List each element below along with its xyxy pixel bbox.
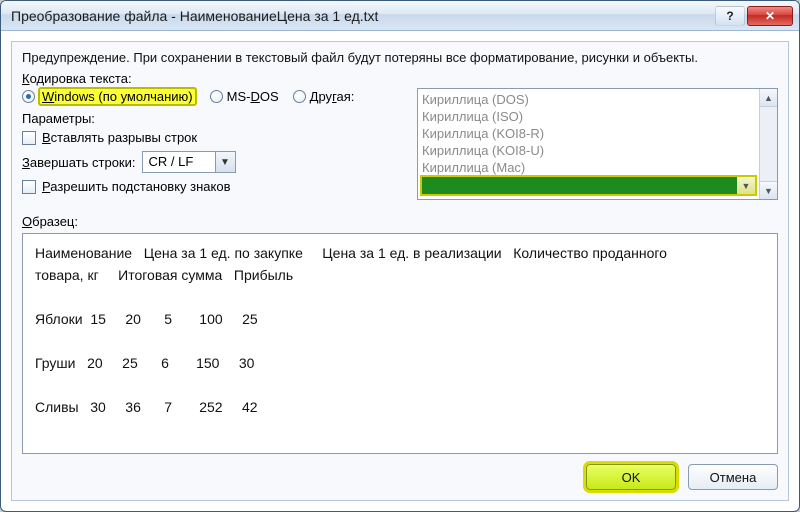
list-item[interactable]: Кириллица (KOI8-R) [422, 125, 755, 142]
radio-group-encoding: Windows (по умолчанию) MS-DOS Другая: [22, 88, 417, 105]
encoding-left: Windows (по умолчанию) MS-DOS Другая: Па… [22, 88, 417, 198]
radio-other-label: Другая: [310, 89, 355, 104]
params-label: Параметры: [22, 111, 417, 126]
sample-preview: Наименование Цена за 1 ед. по закупке Це… [22, 233, 778, 454]
checkbox-icon [22, 131, 36, 145]
checkbox-allow-subst[interactable]: Разрешить подстановку знаков [22, 179, 417, 194]
checkbox-icon [22, 180, 36, 194]
sample-blank [35, 374, 765, 396]
sample-header-2: товара, кг Итоговая сумма Прибыль [35, 264, 765, 286]
line-ending-label: Завершать строки: [22, 155, 136, 170]
sample-label: Образец: [22, 214, 778, 229]
checkbox-break-lines[interactable]: Вставлять разрывы строк [22, 130, 417, 145]
chevron-down-icon[interactable]: ▼ [215, 152, 235, 172]
sample-row: Сливы 30 36 7 252 42 [35, 396, 765, 418]
dialog-window: Преобразование файла - НаименованиеЦена … [0, 0, 800, 512]
radio-msdos-label: MS-DOS [227, 89, 279, 104]
scroll-up-icon[interactable]: ▲ [760, 89, 777, 107]
encoding-list-items: Кириллица (DOS) Кириллица (ISO) Кириллиц… [418, 89, 759, 199]
sample-blank [35, 286, 765, 308]
checkbox-allow-subst-label: Разрешить подстановку знаков [42, 179, 231, 194]
line-ending-value: CR / LF [143, 152, 215, 172]
chevron-down-icon[interactable]: ▼ [737, 177, 755, 194]
list-item[interactable]: Кириллица (ISO) [422, 108, 755, 125]
warning-text: Предупреждение. При сохранении в текстов… [22, 50, 778, 65]
help-button[interactable]: ? [715, 6, 745, 26]
radio-other[interactable]: Другая: [293, 89, 355, 104]
radio-windows[interactable]: Windows (по умолчанию) [22, 88, 196, 105]
list-item-selected[interactable]: ▼ [422, 177, 755, 194]
radio-dot-icon [22, 90, 35, 103]
cancel-button[interactable]: Отмена [688, 464, 778, 490]
radio-msdos[interactable]: MS-DOS [210, 89, 279, 104]
titlebar[interactable]: Преобразование файла - НаименованиеЦена … [1, 1, 799, 31]
encoding-row: Windows (по умолчанию) MS-DOS Другая: Па… [22, 88, 778, 200]
titlebar-buttons: ? ✕ [715, 6, 793, 26]
scroll-track[interactable] [760, 107, 777, 181]
dialog-footer: OK Отмена [22, 464, 778, 490]
sample-header-1: Наименование Цена за 1 ед. по закупке Це… [35, 242, 765, 264]
radio-dot-icon [210, 90, 223, 103]
close-button[interactable]: ✕ [747, 6, 793, 26]
scrollbar[interactable]: ▲ ▼ [759, 89, 777, 199]
encoding-listbox-col: Кириллица (DOS) Кириллица (ISO) Кириллиц… [417, 88, 778, 200]
encoding-label: Кодировка текста: [22, 71, 778, 86]
radio-windows-label: Windows (по умолчанию) [39, 88, 196, 105]
line-ending-row: Завершать строки: CR / LF ▼ [22, 151, 417, 173]
window-title: Преобразование файла - НаименованиеЦена … [11, 8, 715, 24]
sample-blank [35, 330, 765, 352]
dialog-content: Предупреждение. При сохранении в текстов… [11, 41, 789, 501]
list-item[interactable]: Кириллица (Mac) [422, 159, 755, 176]
checkbox-break-lines-label: Вставлять разрывы строк [42, 130, 197, 145]
line-ending-combo[interactable]: CR / LF ▼ [142, 151, 236, 173]
encoding-listbox[interactable]: Кириллица (DOS) Кириллица (ISO) Кириллиц… [417, 88, 778, 200]
scroll-down-icon[interactable]: ▼ [760, 181, 777, 199]
list-item[interactable]: Кириллица (DOS) [422, 91, 755, 108]
radio-dot-icon [293, 90, 306, 103]
list-item[interactable]: Кириллица (KOI8-U) [422, 142, 755, 159]
sample-row: Груши 20 25 6 150 30 [35, 352, 765, 374]
ok-button[interactable]: OK [586, 464, 676, 490]
sample-row: Яблоки 15 20 5 100 25 [35, 308, 765, 330]
